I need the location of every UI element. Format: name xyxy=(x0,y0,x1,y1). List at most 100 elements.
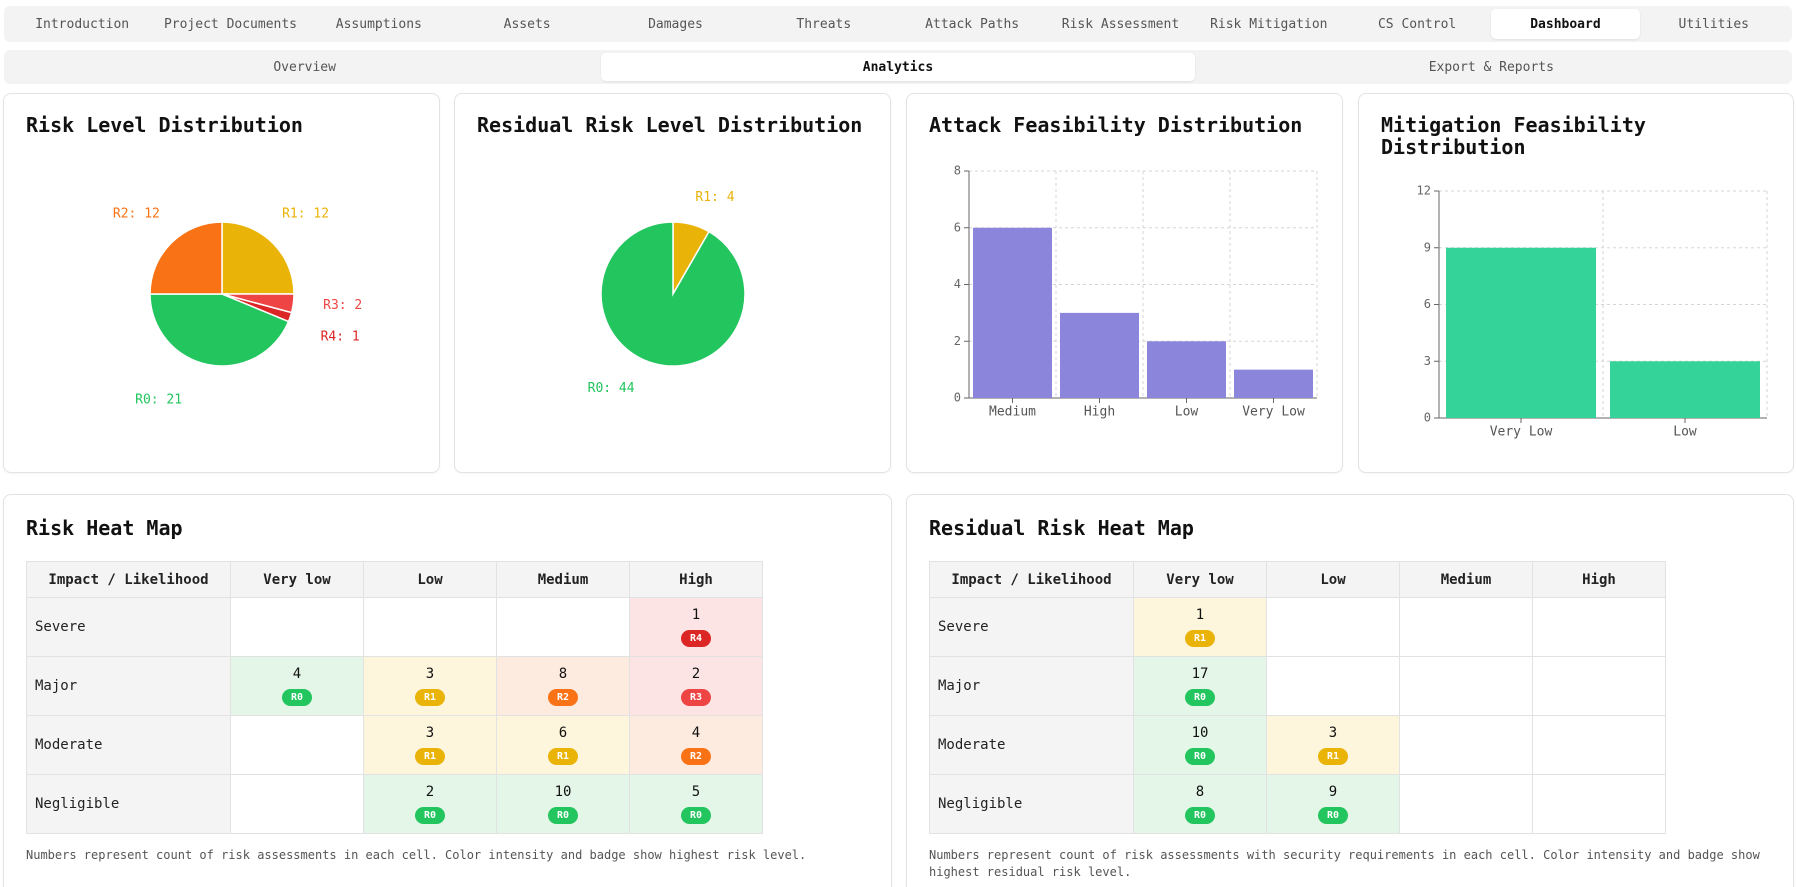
heat-map-column-header: Medium xyxy=(1399,561,1533,598)
risk-level-badge: R1 xyxy=(1318,748,1348,765)
risk-level-badge: R0 xyxy=(1318,807,1348,824)
pie-slice-r1[interactable] xyxy=(221,221,295,295)
heat-map-column-header: Impact / Likelihood xyxy=(26,561,231,598)
x-tick-label: Low xyxy=(1673,425,1697,440)
heat-map-cell: 17 R0 xyxy=(1133,656,1267,716)
heat-map-cell xyxy=(1399,774,1533,834)
residual-risk-level-pie-chart: R1: 4 R0: 44 xyxy=(588,190,746,396)
heat-map-cell-count: 10 xyxy=(554,784,572,800)
heat-map-column-header: Low xyxy=(363,561,497,598)
heat-map-header-row: Impact / Likelihood Very low Low Medium High xyxy=(26,561,763,598)
y-tick-label: 12 xyxy=(1417,184,1431,198)
tab-project-documents[interactable]: Project Documents xyxy=(156,9,304,39)
main-tab-bar: Introduction Project Documents Assumptions… xyxy=(4,6,1792,42)
pie-slice-label: R1: 12 xyxy=(282,206,329,221)
heat-map-cell-count: 8 xyxy=(558,666,568,682)
heat-map-row-label: Negligible xyxy=(929,774,1134,834)
mitigation-feasibility-distribution-card: Mitigation Feasibility Distribution 03691… xyxy=(1358,93,1794,473)
heat-map-row-label: Severe xyxy=(26,597,231,657)
bar-low[interactable] xyxy=(1147,341,1226,398)
heat-map-column-header: High xyxy=(1532,561,1666,598)
bar-medium[interactable] xyxy=(973,227,1052,398)
y-tick-label: 6 xyxy=(1424,297,1431,311)
heat-map-cell xyxy=(363,597,497,657)
heat-map-row: Negligible 2 R0 10 R0 5 R0 xyxy=(26,774,763,834)
heat-map-cell: 2 R0 xyxy=(363,774,497,834)
tab-attack-paths[interactable]: Attack Paths xyxy=(898,9,1046,39)
heat-map-cell: 6 R1 xyxy=(496,715,630,775)
heat-map-note: Numbers represent count of risk assessme… xyxy=(929,847,1760,881)
heat-map-cell-count: 1 xyxy=(691,607,701,623)
y-tick-label: 8 xyxy=(954,164,961,178)
heat-map-cell: 2 R3 xyxy=(629,656,763,716)
heat-map-cell-count: 3 xyxy=(425,725,435,741)
heat-map-cell xyxy=(1399,597,1533,657)
x-tick-label: High xyxy=(1084,405,1115,420)
tab-dashboard[interactable]: Dashboard xyxy=(1491,9,1640,39)
bar-low[interactable] xyxy=(1610,361,1760,418)
heat-map-column-header: Very low xyxy=(1133,561,1267,598)
subtab-export-reports[interactable]: Export & Reports xyxy=(1195,53,1788,81)
heat-map-cell xyxy=(1532,656,1666,716)
residual-risk-heat-map-table: Impact / Likelihood Very low Low Medium High… xyxy=(929,561,1666,834)
y-tick-label: 2 xyxy=(954,334,961,348)
heat-map-note-line2: highest residual risk level. xyxy=(929,865,1132,879)
heat-map-row-label: Moderate xyxy=(929,715,1134,775)
heat-map-cell: 3 R1 xyxy=(363,656,497,716)
heat-map-cell: 4 R2 xyxy=(629,715,763,775)
tab-risk-assessment[interactable]: Risk Assessment xyxy=(1046,9,1194,39)
heat-map-cell xyxy=(1266,656,1400,716)
risk-level-badge: R0 xyxy=(548,807,578,824)
heat-map-cell-count: 3 xyxy=(1328,725,1338,741)
pie-slice-label: R1: 4 xyxy=(695,190,734,205)
heat-map-cell: 10 R0 xyxy=(1133,715,1267,775)
subtab-overview[interactable]: Overview xyxy=(8,53,601,81)
heat-map-cell-count: 10 xyxy=(1191,725,1209,741)
heat-map-cell-count: 17 xyxy=(1191,666,1209,682)
heat-map-cell-count: 1 xyxy=(1195,607,1205,623)
subtab-analytics[interactable]: Analytics xyxy=(601,53,1195,81)
pie-slice-r0[interactable] xyxy=(600,221,746,367)
tab-cs-control[interactable]: CS Control xyxy=(1343,9,1491,39)
heat-map-cell-count: 4 xyxy=(691,725,701,741)
risk-level-distribution-card: Risk Level Distribution R1: 12 R3: 2 R4: 1… xyxy=(3,93,440,473)
heat-map-cell: 8 R0 xyxy=(1133,774,1267,834)
risk-level-badge: R0 xyxy=(282,689,312,706)
heat-map-column-header: Impact / Likelihood xyxy=(929,561,1134,598)
tab-utilities[interactable]: Utilities xyxy=(1640,9,1788,39)
tab-assets[interactable]: Assets xyxy=(453,9,601,39)
tab-threats[interactable]: Threats xyxy=(750,9,898,39)
heat-map-column-header: High xyxy=(629,561,763,598)
heat-map-cell-count: 2 xyxy=(691,666,701,682)
tab-risk-mitigation[interactable]: Risk Mitigation xyxy=(1195,9,1343,39)
heat-map-note-line1: Numbers represent count of risk assessme… xyxy=(929,848,1760,862)
heat-map-row: Negligible 8 R0 9 R0 xyxy=(929,774,1666,834)
heat-map-cell xyxy=(1399,715,1533,775)
bar-high[interactable] xyxy=(1060,312,1139,398)
y-tick-label: 9 xyxy=(1424,240,1431,254)
y-tick-label: 4 xyxy=(954,277,961,291)
heat-map-column-header: Low xyxy=(1266,561,1400,598)
heat-map-cell xyxy=(1399,656,1533,716)
x-tick-label: Low xyxy=(1175,405,1199,420)
y-tick-label: 0 xyxy=(1424,411,1431,425)
bar-very-low[interactable] xyxy=(1446,247,1596,418)
heat-map-cell: 3 R1 xyxy=(1266,715,1400,775)
heat-map-cell-count: 5 xyxy=(691,784,701,800)
bar-very-low[interactable] xyxy=(1234,369,1313,398)
heat-map-cell xyxy=(1532,715,1666,775)
dashboard-sub-tab-bar: Overview Analytics Export & Reports xyxy=(4,50,1792,84)
heat-map-cell xyxy=(1532,597,1666,657)
card-title: Risk Heat Map xyxy=(26,516,183,540)
risk-level-badge: R3 xyxy=(681,689,711,706)
heat-map-cell xyxy=(230,597,364,657)
tab-damages[interactable]: Damages xyxy=(601,9,749,39)
x-tick-label: Very Low xyxy=(1490,425,1553,440)
pie-slice-r2[interactable] xyxy=(149,221,223,295)
heat-map-cell: 10 R0 xyxy=(496,774,630,834)
tab-introduction[interactable]: Introduction xyxy=(8,9,156,39)
heat-map-column-header: Medium xyxy=(496,561,630,598)
tab-assumptions[interactable]: Assumptions xyxy=(305,9,453,39)
pie-slice-label: R4: 1 xyxy=(321,329,360,344)
risk-level-badge: R0 xyxy=(1185,807,1215,824)
